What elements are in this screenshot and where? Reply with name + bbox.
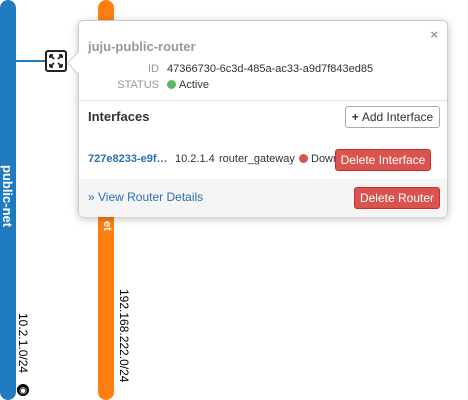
router-details-popup: × juju-public-router ID 47366730-6c3d-48… [66, 20, 448, 217]
interface-ip: 10.2.1.4 [175, 153, 215, 165]
add-interface-label: Add Interface [361, 110, 434, 124]
globe-icon: ◉ [17, 384, 29, 396]
router-arrows-icon [49, 54, 63, 68]
popup-title: juju-public-router [88, 39, 196, 54]
delete-interface-button[interactable]: Delete Interface [335, 149, 431, 171]
interface-id-link[interactable]: 727e8233-e9f… [88, 153, 168, 165]
delete-router-button[interactable]: Delete Router [354, 187, 440, 209]
id-label: ID [148, 63, 159, 75]
status-label: STATUS [117, 79, 159, 91]
popup-arrow [66, 51, 90, 75]
status-active-dot [167, 80, 176, 89]
add-interface-button[interactable]: + Add Interface [345, 106, 440, 128]
status-down-dot [299, 154, 308, 163]
id-value: 47366730-6c3d-485a-ac33-a9d7f843ed85 [167, 63, 374, 75]
view-router-details-link[interactable]: » View Router Details [88, 190, 203, 204]
network-name: et [101, 221, 113, 231]
interface-status: Down [299, 153, 339, 165]
network-cidr: 10.2.1.0/24 [16, 313, 30, 374]
divider [79, 100, 447, 101]
router-icon[interactable] [45, 50, 67, 72]
close-icon[interactable]: × [430, 27, 438, 42]
interfaces-heading: Interfaces [88, 109, 150, 124]
status-value: Active [167, 79, 209, 91]
status-text: Active [179, 79, 209, 91]
popup-footer: » View Router Details Delete Router [79, 179, 447, 217]
plus-icon: + [351, 110, 359, 124]
network-name: public-net [0, 165, 15, 228]
router-link-line [16, 60, 46, 62]
network-cidr: 192.168.222.0/24 [117, 289, 131, 383]
interface-owner: router_gateway [219, 153, 295, 165]
